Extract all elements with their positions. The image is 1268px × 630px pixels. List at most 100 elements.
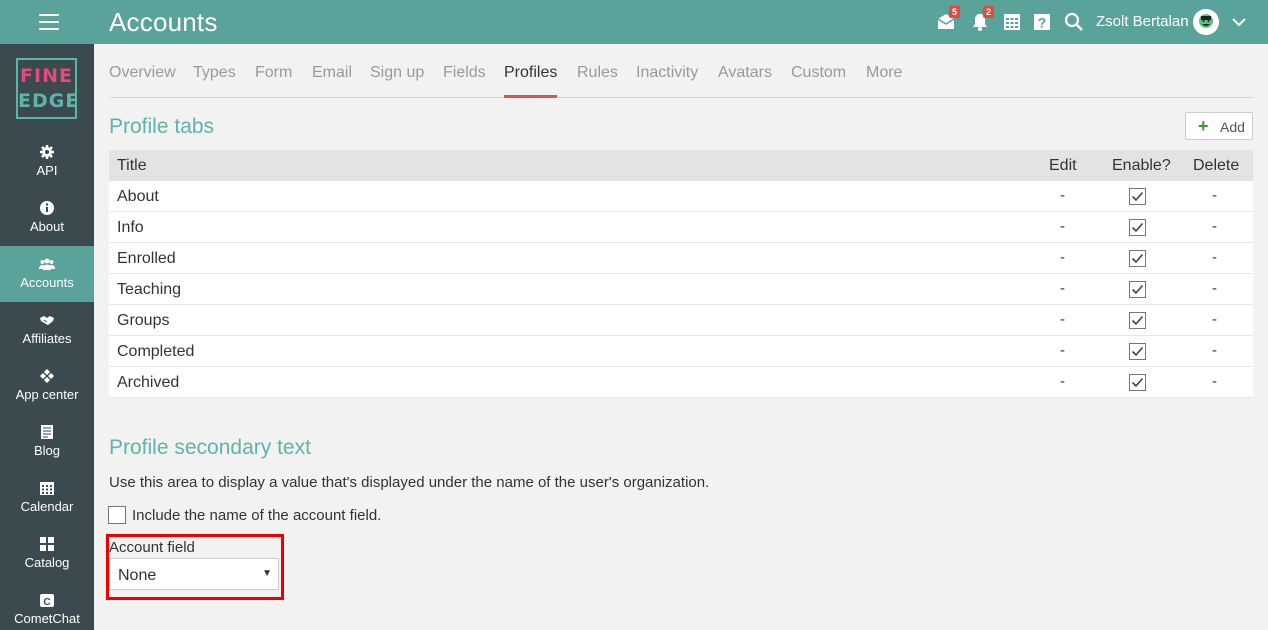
account-field-label: Account field xyxy=(109,539,195,556)
check-icon xyxy=(1131,346,1144,357)
tab-more[interactable]: More xyxy=(866,64,902,82)
table-row: Completed - - xyxy=(109,336,1253,367)
tab-profiles[interactable]: Profiles xyxy=(504,64,557,82)
row-title: Groups xyxy=(117,312,170,329)
edit-link[interactable]: - xyxy=(1060,249,1065,266)
edit-link[interactable]: - xyxy=(1060,373,1065,390)
avatar[interactable] xyxy=(1193,9,1219,35)
notifications-badge: 2 xyxy=(983,6,994,18)
sidebar-item-cometchat[interactable]: C CometChat xyxy=(0,582,94,630)
sidebar-item-label: Calendar xyxy=(20,499,74,514)
enable-checkbox[interactable] xyxy=(1129,343,1146,360)
sidebar-item-catalog[interactable]: Catalog xyxy=(0,526,94,582)
tab-avatars[interactable]: Avatars xyxy=(718,64,772,82)
sidebar-item-api[interactable]: API xyxy=(0,134,94,190)
active-tab-indicator xyxy=(504,95,557,98)
enable-checkbox[interactable] xyxy=(1129,250,1146,267)
menu-icon[interactable] xyxy=(39,14,59,30)
profile-tabs-title: Profile tabs xyxy=(109,115,215,138)
enable-checkbox[interactable] xyxy=(1129,374,1146,391)
edit-link[interactable]: - xyxy=(1060,187,1065,204)
sidebar-item-label: CometChat xyxy=(14,611,80,626)
plus-icon: + xyxy=(1198,116,1209,136)
enable-checkbox[interactable] xyxy=(1129,219,1146,236)
check-icon xyxy=(1131,222,1144,233)
tab-sign-up[interactable]: Sign up xyxy=(370,64,424,82)
sidebar-item-accounts[interactable]: Accounts xyxy=(0,246,94,302)
add-button-label: Add xyxy=(1220,119,1245,135)
top-bar: Accounts 5 2 ? Zsolt Bertalan xyxy=(0,0,1268,44)
include-account-field-label[interactable]: Include the name of the account field. xyxy=(132,507,381,524)
enable-checkbox[interactable] xyxy=(1129,312,1146,329)
include-account-field-checkbox[interactable] xyxy=(108,506,126,524)
column-title: Title xyxy=(117,157,147,174)
delete-link[interactable]: - xyxy=(1212,373,1217,390)
edit-link[interactable]: - xyxy=(1060,311,1065,328)
delete-link[interactable]: - xyxy=(1212,249,1217,266)
tab-overview[interactable]: Overview xyxy=(109,64,176,82)
tab-email[interactable]: Email xyxy=(312,64,352,82)
edit-link[interactable]: - xyxy=(1060,342,1065,359)
add-button[interactable]: + Add xyxy=(1185,112,1253,140)
edit-link[interactable]: - xyxy=(1060,280,1065,297)
calendar-grid-icon[interactable] xyxy=(1002,12,1022,32)
check-icon xyxy=(1131,377,1144,388)
tab-inactivity[interactable]: Inactivity xyxy=(636,64,698,82)
check-icon xyxy=(1131,315,1144,326)
blog-icon xyxy=(41,425,53,439)
enable-checkbox[interactable] xyxy=(1129,281,1146,298)
account-field-select[interactable]: None ▼ xyxy=(109,558,279,590)
gear-icon xyxy=(40,145,54,159)
table-row: Archived - - xyxy=(109,367,1253,398)
row-title: Teaching xyxy=(117,281,182,298)
logo[interactable]: FINE EDGE xyxy=(16,58,80,119)
profile-tabs-table: Title Edit Enable? Delete About - - Info - - E… xyxy=(109,150,1253,398)
svg-text:?: ? xyxy=(1038,15,1047,31)
messages-icon[interactable]: 5 xyxy=(936,6,960,32)
table-row: About - - xyxy=(109,181,1253,212)
sidebar-item-label: Catalog xyxy=(24,555,70,570)
search-icon[interactable] xyxy=(1064,12,1084,32)
messages-badge: 5 xyxy=(949,6,960,18)
handshake-icon xyxy=(40,316,54,325)
delete-link[interactable]: - xyxy=(1212,280,1217,297)
tab-fields[interactable]: Fields xyxy=(443,64,486,82)
delete-link[interactable]: - xyxy=(1212,218,1217,235)
sidebar-item-about[interactable]: About xyxy=(0,190,94,246)
delete-link[interactable]: - xyxy=(1212,311,1217,328)
sidebar-item-calendar[interactable]: Calendar xyxy=(0,470,94,526)
edit-link[interactable]: - xyxy=(1060,218,1065,235)
logo-line-2: EDGE xyxy=(18,90,80,112)
sidebar-item-label: Blog xyxy=(33,443,61,458)
row-title: Enrolled xyxy=(117,250,176,267)
bell-icon[interactable]: 2 xyxy=(970,6,994,32)
calendar-icon xyxy=(40,482,54,495)
catalog-icon xyxy=(40,537,54,551)
page-title: Accounts xyxy=(109,7,218,37)
tab-custom[interactable]: Custom xyxy=(791,64,846,82)
sidebar-item-label: Accounts xyxy=(20,275,74,290)
tab-form[interactable]: Form xyxy=(255,64,292,82)
sidebar-item-app-center[interactable]: App center xyxy=(0,358,94,414)
sidebar-item-affiliates[interactable]: Affiliates xyxy=(0,302,94,358)
secondary-text-title: Profile secondary text xyxy=(109,436,311,459)
row-title: Archived xyxy=(117,374,180,391)
enable-checkbox[interactable] xyxy=(1129,188,1146,205)
sidebar-item-label: App center xyxy=(15,387,79,402)
column-edit: Edit xyxy=(1049,157,1077,174)
secondary-text-description: Use this area to display a value that's … xyxy=(109,474,710,491)
sidebar-item-label: About xyxy=(30,219,64,234)
sidebar-item-blog[interactable]: Blog xyxy=(0,414,94,470)
table-header: Title Edit Enable? Delete xyxy=(109,150,1253,181)
delete-link[interactable]: - xyxy=(1212,342,1217,359)
check-icon xyxy=(1131,284,1144,295)
user-name[interactable]: Zsolt Bertalan xyxy=(1096,13,1189,30)
caret-down-icon: ▼ xyxy=(262,568,272,579)
row-title: About xyxy=(117,188,159,205)
sidebar-item-label: Affiliates xyxy=(22,331,72,346)
delete-link[interactable]: - xyxy=(1212,187,1217,204)
tab-types[interactable]: Types xyxy=(193,64,236,82)
chevron-down-icon[interactable] xyxy=(1231,14,1247,30)
help-icon[interactable]: ? xyxy=(1032,12,1052,32)
tab-rules[interactable]: Rules xyxy=(577,64,618,82)
